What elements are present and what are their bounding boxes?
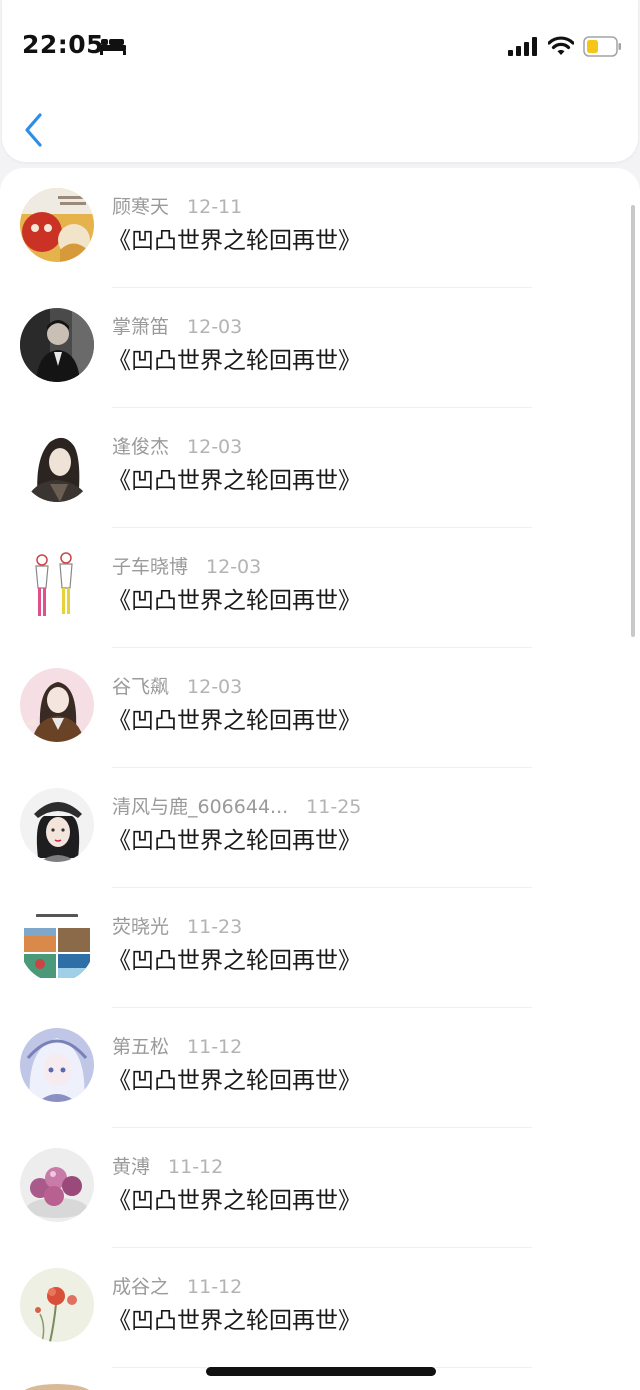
- book-title: 《凹凸世界之轮回再世》: [108, 588, 361, 614]
- item-date: 12-03: [187, 436, 243, 458]
- user-name: 荧晓光: [112, 916, 170, 938]
- list-item[interactable]: 第五松 11-12 《凹凸世界之轮回再世》: [0, 1008, 640, 1128]
- avatar: [20, 1268, 94, 1342]
- wifi-icon: [548, 36, 574, 55]
- avatar: [20, 428, 94, 502]
- user-name: 子车晓博: [112, 556, 189, 578]
- list-item[interactable]: 成谷之 11-12 《凹凸世界之轮回再世》: [0, 1248, 640, 1368]
- avatar: [20, 308, 94, 382]
- item-meta: 成谷之 11-12: [112, 1274, 242, 1300]
- book-title: 《凹凸世界之轮回再世》: [108, 828, 361, 854]
- item-meta: 荧晓光 11-23: [112, 914, 242, 940]
- list-item[interactable]: 谷飞飙 12-03 《凹凸世界之轮回再世》: [0, 648, 640, 768]
- book-title: 《凹凸世界之轮回再世》: [108, 708, 361, 734]
- list-item[interactable]: 子车晓博 12-03 《凹凸世界之轮回再世》: [0, 528, 640, 648]
- list-item[interactable]: 顾寒天 12-11 《凹凸世界之轮回再世》: [0, 168, 640, 288]
- user-name: 掌箫笛: [112, 316, 170, 338]
- item-date: 12-03: [206, 556, 262, 578]
- item-date: 12-03: [187, 676, 243, 698]
- book-title: 《凹凸世界之轮回再世》: [108, 1188, 361, 1214]
- book-title: 《凹凸世界之轮回再世》: [108, 948, 361, 974]
- item-meta: 谷飞飙 12-03: [112, 674, 242, 700]
- avatar: [20, 668, 94, 742]
- user-name: 黄溥: [112, 1156, 151, 1178]
- item-date: 11-12: [187, 1036, 243, 1058]
- list-item[interactable]: 掌箫笛 12-03 《凹凸世界之轮回再世》: [0, 288, 640, 408]
- item-date: 11-12: [168, 1156, 224, 1178]
- book-title: 《凹凸世界之轮回再世》: [108, 1308, 361, 1334]
- home-indicator[interactable]: [206, 1367, 436, 1376]
- item-date: 12-11: [187, 196, 243, 218]
- chevron-left-icon: [25, 113, 42, 147]
- book-title: 《凹凸世界之轮回再世》: [108, 1068, 361, 1094]
- user-name: 清风与鹿_606644...: [112, 796, 289, 818]
- battery-icon: [583, 36, 621, 57]
- avatar: [20, 548, 94, 622]
- list-item[interactable]: 荧晓光 11-23 《凹凸世界之轮回再世》: [0, 888, 640, 1008]
- item-meta: 掌箫笛 12-03: [112, 314, 242, 340]
- item-meta: 顾寒天 12-11: [112, 194, 242, 220]
- user-name: 第五松: [112, 1036, 170, 1058]
- avatar: [20, 1028, 94, 1102]
- book-title: 《凹凸世界之轮回再世》: [108, 348, 361, 374]
- item-date: 11-25: [306, 796, 362, 818]
- status-time: 22:05: [22, 30, 105, 59]
- item-meta: 子车晓博 12-03: [112, 554, 261, 580]
- book-title: 《凹凸世界之轮回再世》: [108, 468, 361, 494]
- avatar: [20, 908, 94, 982]
- item-date: 11-12: [187, 1276, 243, 1298]
- bed-icon: [100, 39, 126, 55]
- list-item[interactable]: 逢俊杰 12-03 《凹凸世界之轮回再世》: [0, 408, 640, 528]
- list-item[interactable]: 清风与鹿_606644... 11-25 《凹凸世界之轮回再世》: [0, 768, 640, 888]
- avatar: [20, 1148, 94, 1222]
- screen: 22:05 顾寒天 12-11 《凹凸世界之轮回再世》 掌箫笛 12-03 《凹…: [0, 0, 640, 1390]
- item-meta: 黄溥 11-12: [112, 1154, 223, 1180]
- book-title: 《凹凸世界之轮回再世》: [108, 228, 361, 254]
- user-name: 顾寒天: [112, 196, 170, 218]
- list-panel: 顾寒天 12-11 《凹凸世界之轮回再世》 掌箫笛 12-03 《凹凸世界之轮回再世…: [0, 168, 640, 1390]
- user-name: 谷飞飙: [112, 676, 170, 698]
- item-date: 12-03: [187, 316, 243, 338]
- back-button[interactable]: [18, 110, 54, 150]
- user-name: 逢俊杰: [112, 436, 170, 458]
- signal-icon: [508, 37, 537, 56]
- status-bar: 22:05: [0, 0, 640, 95]
- user-name: 成谷之: [112, 1276, 170, 1298]
- avatar: [20, 188, 94, 262]
- item-meta: 清风与鹿_606644... 11-25: [112, 794, 361, 820]
- item-date: 11-23: [187, 916, 243, 938]
- list-item[interactable]: 黄溥 11-12 《凹凸世界之轮回再世》: [0, 1128, 640, 1248]
- item-meta: 逢俊杰 12-03: [112, 434, 242, 460]
- avatar: [20, 788, 94, 862]
- scrollbar[interactable]: [631, 205, 635, 637]
- item-meta: 第五松 11-12: [112, 1034, 242, 1060]
